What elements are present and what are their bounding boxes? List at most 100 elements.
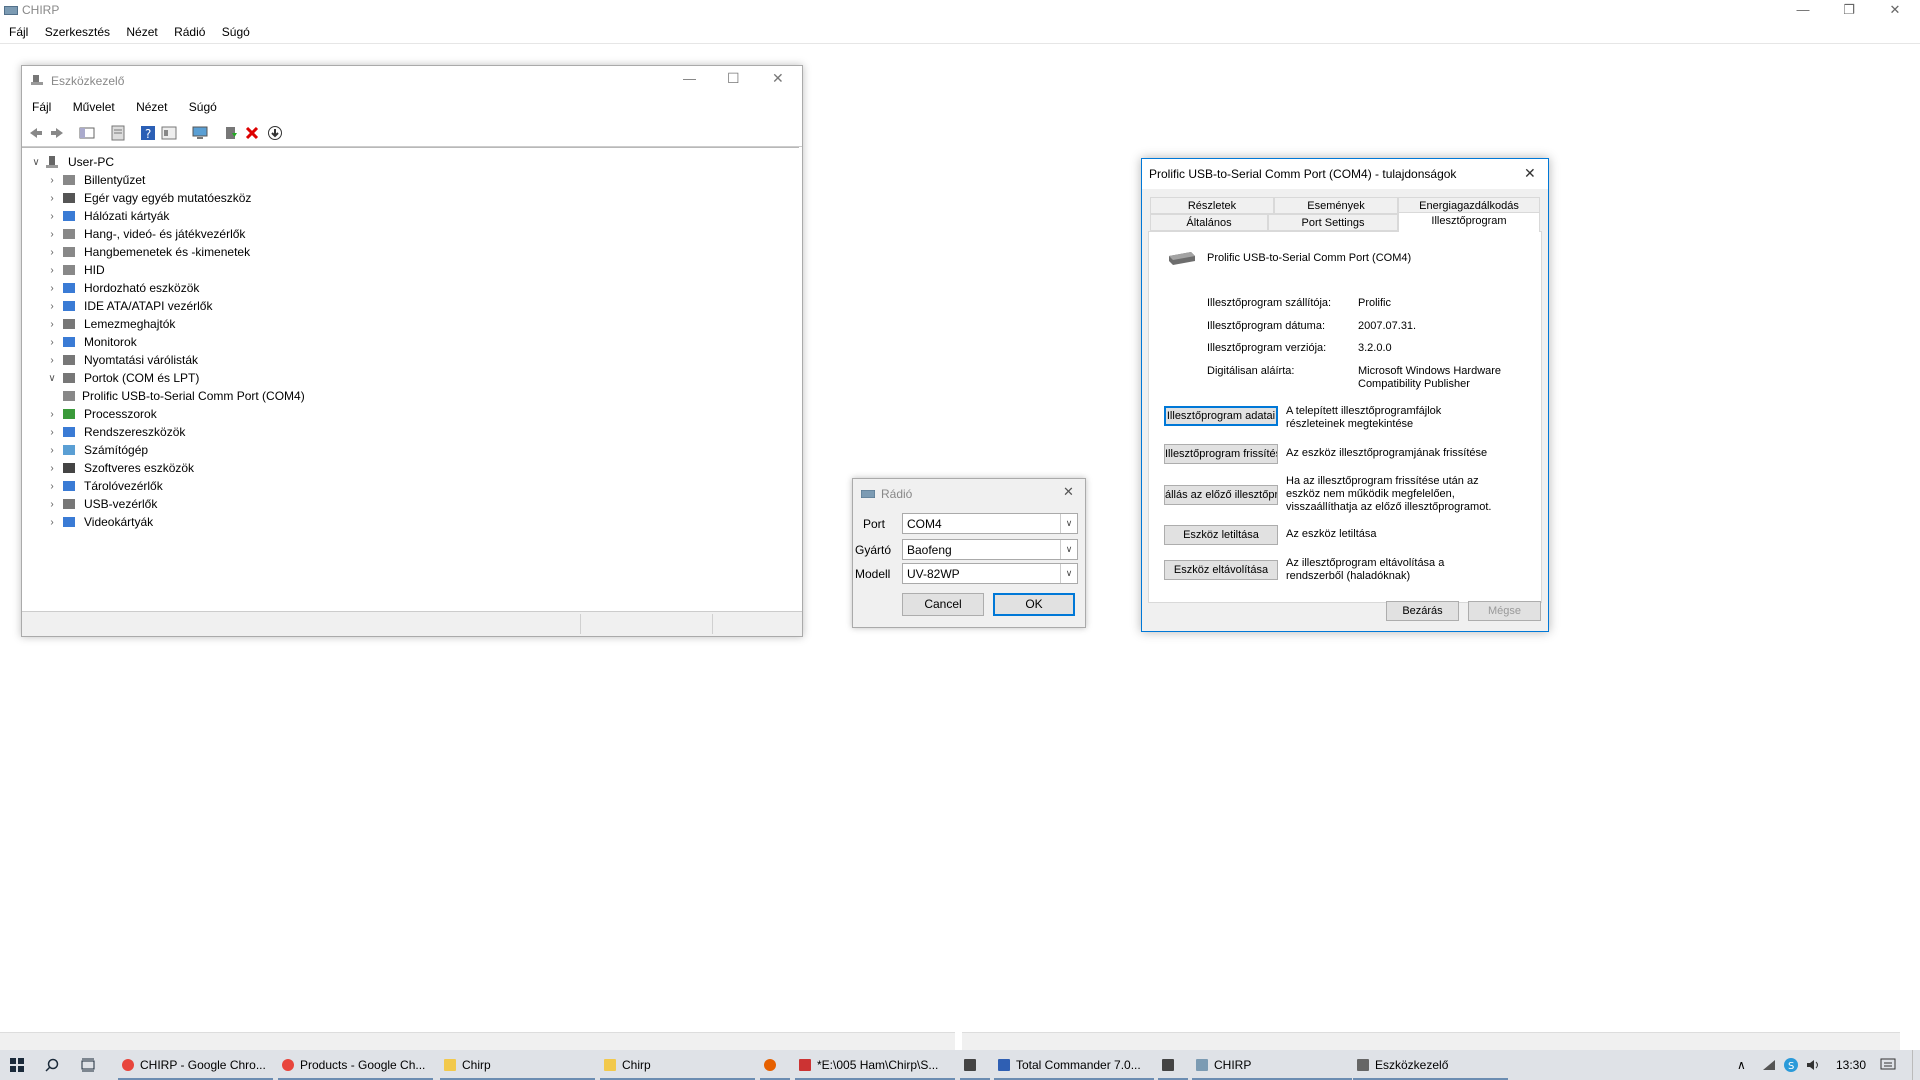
chevron-right-icon[interactable]: › — [46, 316, 58, 333]
horizontal-scrollbar[interactable] — [0, 1032, 955, 1051]
skype-icon[interactable]: S — [1783, 1057, 1799, 1073]
chevron-right-icon[interactable]: › — [46, 172, 58, 189]
menu-help[interactable]: Súgó — [222, 25, 250, 39]
tab-port-settings[interactable]: Port Settings — [1268, 214, 1398, 231]
device-category-icon — [63, 391, 75, 401]
chevron-right-icon[interactable]: › — [46, 460, 58, 477]
view-icon[interactable] — [161, 125, 177, 141]
taskbar-item[interactable]: Eszközkezelő — [1353, 1050, 1508, 1080]
action-description: Az illesztőprogram eltávolítása a rendsz… — [1286, 557, 1445, 582]
minimize-icon[interactable]: — — [683, 71, 696, 86]
cancel-button[interactable]: Mégse — [1468, 601, 1541, 621]
taskbar-item[interactable] — [760, 1050, 790, 1080]
chevron-down-icon[interactable]: ∨ — [46, 370, 58, 387]
uninstall-device-button[interactable]: Eszköz eltávolítása — [1164, 560, 1278, 580]
close-icon[interactable]: ✕ — [772, 70, 784, 87]
chevron-right-icon[interactable]: › — [46, 334, 58, 351]
chevron-right-icon[interactable]: › — [46, 262, 58, 279]
chevron-right-icon[interactable]: › — [46, 406, 58, 423]
task-view-icon[interactable] — [80, 1058, 96, 1072]
windows-start-icon[interactable] — [10, 1058, 24, 1072]
close-icon[interactable]: ✕ — [1872, 0, 1918, 20]
dm-menu-view[interactable]: Nézet — [136, 100, 167, 114]
dm-menu-help[interactable]: Súgó — [189, 100, 217, 114]
tab-details[interactable]: Részletek — [1150, 197, 1274, 214]
taskbar-item[interactable]: *E:\005 Ham\Chirp\S... — [795, 1050, 955, 1080]
tab-general[interactable]: Általános — [1150, 214, 1268, 231]
update-driver-icon[interactable] — [223, 125, 239, 141]
chevron-right-icon[interactable]: › — [46, 424, 58, 441]
disable-device-button[interactable]: Eszköz letiltása — [1164, 525, 1278, 545]
device-category-icon — [63, 355, 75, 365]
chevron-down-icon[interactable]: ∨ — [1060, 514, 1077, 533]
chevron-down-icon[interactable]: ∨ — [30, 154, 42, 171]
taskbar-item[interactable]: Products - Google Ch... — [278, 1050, 433, 1080]
taskbar-item[interactable]: CHIRP - Google Chro... — [118, 1050, 273, 1080]
chevron-down-icon[interactable]: ∨ — [1060, 540, 1077, 559]
properties-icon[interactable] — [110, 125, 126, 141]
chevron-right-icon[interactable]: › — [46, 352, 58, 369]
dm-menu-action[interactable]: Művelet — [73, 100, 115, 114]
taskbar-item[interactable]: CHIRP — [1192, 1050, 1352, 1080]
chevron-right-icon[interactable]: › — [46, 298, 58, 315]
chevron-right-icon[interactable]: › — [46, 226, 58, 243]
chevron-up-icon[interactable]: ∧ — [1737, 1058, 1746, 1072]
chevron-right-icon[interactable]: › — [46, 244, 58, 261]
tab-driver[interactable]: Illesztőprogram — [1398, 212, 1540, 232]
horizontal-scrollbar[interactable] — [962, 1032, 1900, 1051]
restore-icon[interactable]: ❐ — [1826, 0, 1872, 20]
forward-arrow-icon[interactable] — [49, 125, 65, 141]
show-hide-tree-icon[interactable] — [79, 125, 95, 141]
taskbar-item[interactable]: Chirp — [440, 1050, 595, 1080]
menu-edit[interactable]: Szerkesztés — [45, 25, 110, 39]
field-value: Microsoft Windows Hardware Compatibility… — [1358, 365, 1502, 390]
show-desktop-button[interactable] — [1912, 1050, 1920, 1080]
clock[interactable]: 13:30 — [1836, 1058, 1866, 1072]
notifications-icon[interactable] — [1880, 1058, 1896, 1072]
folder-icon — [444, 1059, 456, 1071]
taskbar-item[interactable] — [960, 1050, 990, 1080]
chevron-right-icon[interactable]: › — [46, 442, 58, 459]
device-category-icon — [63, 211, 75, 221]
maximize-icon[interactable]: ☐ — [727, 70, 740, 87]
cancel-button[interactable]: Cancel — [902, 593, 984, 616]
vendor-select[interactable]: Baofeng ∨ — [902, 539, 1078, 560]
back-arrow-icon[interactable] — [28, 125, 44, 141]
help-icon[interactable]: ? — [140, 125, 156, 141]
tab-events[interactable]: Események — [1274, 197, 1398, 214]
chevron-right-icon[interactable]: › — [46, 280, 58, 297]
taskbar-item[interactable]: Chirp — [600, 1050, 755, 1080]
minimize-icon[interactable]: — — [1780, 0, 1826, 20]
close-icon[interactable]: ✕ — [1063, 484, 1074, 500]
tree-item-label: Portok (COM és LPT) — [84, 371, 200, 385]
taskbar-item[interactable] — [1158, 1050, 1188, 1080]
taskbar-item-label: Chirp — [462, 1058, 491, 1072]
close-icon[interactable]: ✕ — [1524, 165, 1536, 182]
update-driver-button[interactable]: Illesztőprogram frissítése — [1164, 444, 1278, 464]
port-select[interactable]: COM4 ∨ — [902, 513, 1078, 534]
taskbar-item[interactable]: Total Commander 7.0... — [994, 1050, 1154, 1080]
device-category-icon — [63, 373, 75, 383]
model-select[interactable]: UV-82WP ∨ — [902, 563, 1078, 584]
search-icon[interactable] — [45, 1058, 59, 1072]
download-circle-icon[interactable] — [267, 125, 283, 141]
close-button[interactable]: Bezárás — [1386, 601, 1459, 621]
roll-back-driver-button[interactable]: állás az előző illesztőprog — [1164, 485, 1278, 505]
device-category-icon — [63, 301, 75, 311]
ok-button[interactable]: OK — [993, 593, 1075, 616]
chevron-right-icon[interactable]: › — [46, 514, 58, 531]
menu-file[interactable]: Fájl — [9, 25, 28, 39]
driver-details-button[interactable]: Illesztőprogram adatai — [1164, 406, 1278, 426]
speaker-icon[interactable] — [1806, 1059, 1820, 1071]
uninstall-x-icon[interactable] — [244, 125, 260, 141]
scan-hardware-icon[interactable] — [192, 125, 208, 141]
chevron-right-icon[interactable]: › — [46, 496, 58, 513]
chevron-right-icon[interactable]: › — [46, 208, 58, 225]
chevron-right-icon[interactable]: › — [46, 190, 58, 207]
dm-menu-file[interactable]: Fájl — [32, 100, 51, 114]
chevron-down-icon[interactable]: ∨ — [1060, 564, 1077, 583]
network-icon[interactable] — [1762, 1059, 1776, 1071]
menu-radio[interactable]: Rádió — [174, 25, 205, 39]
menu-view[interactable]: Nézet — [126, 25, 157, 39]
chevron-right-icon[interactable]: › — [46, 478, 58, 495]
